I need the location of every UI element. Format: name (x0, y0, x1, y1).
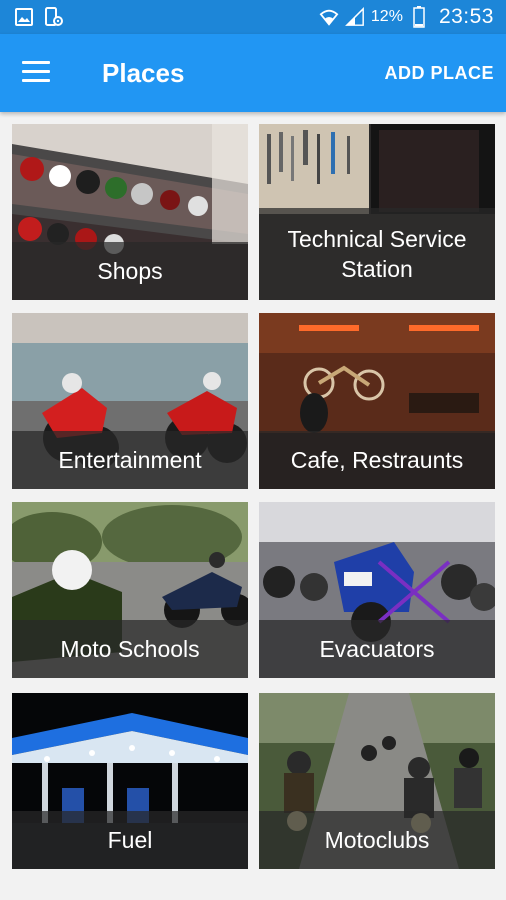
tile-technical-service-station[interactable]: Technical Service Station (259, 124, 495, 300)
tile-fuel[interactable]: Fuel (12, 693, 248, 869)
battery-percent: 12% (370, 8, 403, 25)
hamburger-menu-icon[interactable] (22, 61, 50, 83)
tile-label: Evacuators (259, 620, 495, 678)
image-icon (14, 7, 34, 27)
tile-label: Motoclubs (259, 811, 495, 869)
tile-label: Shops (12, 242, 248, 300)
tile-motoclubs[interactable]: Motoclubs (259, 693, 495, 869)
tile-cafe-restraunts[interactable]: Cafe, Restraunts (259, 313, 495, 489)
clock: 23:53 (438, 5, 494, 28)
status-bar: 12% 23:53 (0, 0, 506, 34)
tile-shops[interactable]: Shops (12, 124, 248, 300)
tile-moto-schools[interactable]: Moto Schools (12, 502, 248, 678)
tile-label: Cafe, Restraunts (259, 431, 495, 489)
battery-icon (409, 6, 429, 28)
tile-label: Fuel (12, 811, 248, 869)
tile-entertainment[interactable]: Entertainment (12, 313, 248, 489)
signal-icon (344, 7, 365, 27)
add-place-button[interactable]: ADD PLACE (384, 63, 494, 84)
app-bar: Places ADD PLACE (0, 34, 506, 112)
phone-settings-icon (44, 7, 64, 27)
wifi-icon (319, 7, 339, 27)
tile-label: Moto Schools (12, 620, 248, 678)
tile-label: Technical Service Station (259, 208, 495, 300)
page-title: Places (102, 58, 185, 88)
tile-label: Entertainment (12, 431, 248, 489)
tile-evacuators[interactable]: Evacuators (259, 502, 495, 678)
